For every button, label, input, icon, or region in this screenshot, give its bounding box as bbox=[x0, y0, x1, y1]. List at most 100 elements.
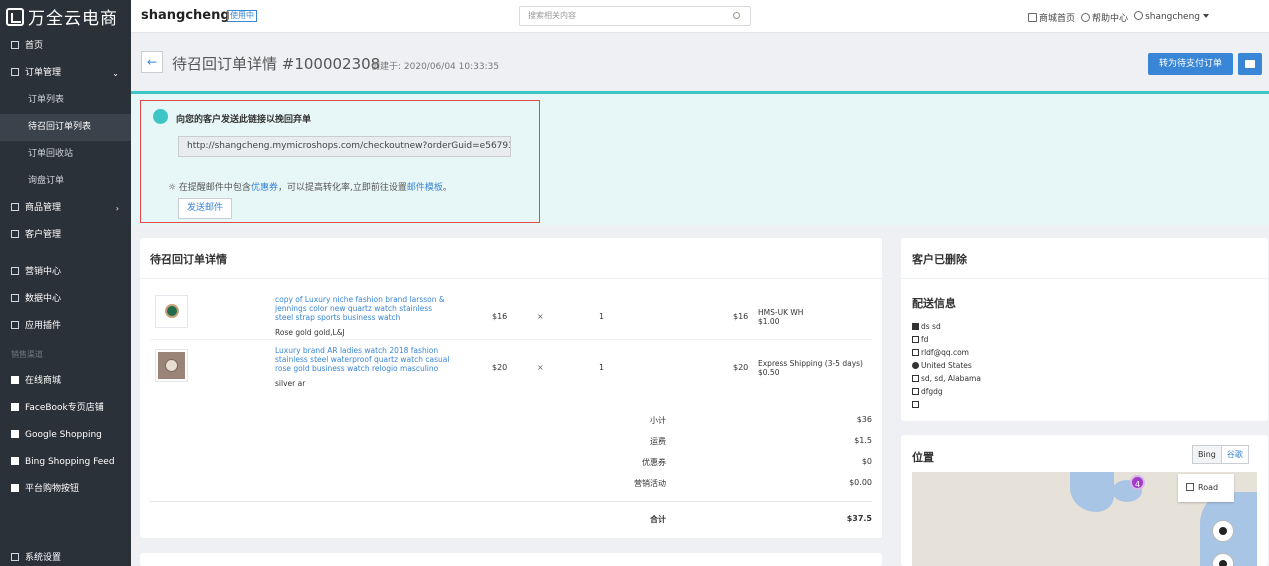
trial-badge: 使用中 bbox=[227, 10, 257, 22]
main-content: ← 待召回订单详情 #100002308 创建于: 2020/06/04 10:… bbox=[131, 33, 1269, 566]
user-menu[interactable]: shangcheng bbox=[1134, 11, 1209, 24]
logo[interactable]: 万全云电商 bbox=[0, 0, 131, 33]
summary-divider bbox=[150, 501, 872, 502]
search-icon[interactable] bbox=[733, 12, 740, 19]
product-name-link[interactable]: copy of Luxury niche fashion brand larss… bbox=[275, 295, 450, 322]
summary-subtotal: 小计 $36 bbox=[150, 415, 872, 435]
line-total: $16 bbox=[733, 312, 749, 321]
summary-value: $36 bbox=[856, 415, 872, 424]
next-card bbox=[140, 553, 882, 566]
chevron-right-icon: › bbox=[115, 204, 119, 213]
sidebar-item-order-recycle[interactable]: 订单回收站 bbox=[0, 141, 131, 168]
summary-value: $0.00 bbox=[849, 478, 872, 487]
summary-value: $0 bbox=[861, 457, 872, 466]
shipping-method: HMS-UK WH $1.00 bbox=[758, 308, 803, 326]
product-name-link[interactable]: Luxury brand AR ladies watch 2018 fashio… bbox=[275, 346, 450, 373]
locate-me-button[interactable] bbox=[1212, 520, 1234, 542]
map-provider-tabs: Bing 谷歌 bbox=[1192, 445, 1249, 464]
top-links: 商城首页 帮助中心 shangcheng bbox=[1028, 11, 1209, 24]
sidebar-item-settings[interactable]: 系统设置 bbox=[0, 545, 131, 566]
customer-status: 客户已删除 bbox=[912, 253, 967, 266]
sidebar-item-order-list[interactable]: 订单列表 bbox=[0, 87, 131, 114]
logo-text: 万全云电商 bbox=[28, 9, 118, 29]
divider bbox=[901, 278, 1268, 279]
sidebar-item-marketing[interactable]: 营销中心 bbox=[0, 259, 131, 286]
sidebar-item-recall-orders[interactable]: 待召回订单列表 bbox=[0, 114, 131, 141]
product-variant: silver ar bbox=[275, 379, 306, 388]
tab-google[interactable]: 谷歌 bbox=[1222, 446, 1248, 463]
caret-down-icon bbox=[1203, 14, 1209, 18]
coupon-link[interactable]: 优惠券 bbox=[251, 183, 278, 193]
print-icon bbox=[1245, 60, 1255, 68]
sidebar-item-plugins[interactable]: 应用插件 bbox=[0, 313, 131, 340]
location-title: 位置 bbox=[912, 451, 934, 464]
road-layer-toggle[interactable]: Road bbox=[1178, 474, 1234, 502]
person-icon bbox=[912, 323, 919, 330]
search-placeholder: 搜索相关内容 bbox=[528, 11, 576, 20]
product-thumbnail[interactable] bbox=[155, 349, 188, 382]
email-template-link[interactable]: 邮件模板 bbox=[407, 183, 443, 193]
compass-icon bbox=[1219, 560, 1227, 566]
sidebar-item-online-store[interactable]: 在线商城 bbox=[0, 368, 131, 395]
quantity: 1 bbox=[599, 363, 605, 372]
summary-shipping: 运费 $1.5 bbox=[150, 436, 872, 456]
checkout-link-field[interactable]: http://shangcheng.mymicroshops.com/check… bbox=[178, 136, 511, 157]
times-symbol: × bbox=[537, 312, 544, 321]
unit-price: $16 bbox=[492, 312, 508, 321]
order-detail-title: 待召回订单详情 bbox=[150, 253, 227, 266]
search-input[interactable]: 搜索相关内容 bbox=[519, 6, 751, 26]
quantity: 1 bbox=[599, 312, 605, 321]
sidebar-item-buy-button[interactable]: 平台购物按钮 bbox=[0, 476, 131, 503]
print-button[interactable] bbox=[1238, 53, 1262, 75]
shipping-method-name: HMS-UK WH bbox=[758, 308, 804, 317]
gear-icon bbox=[11, 553, 19, 561]
summary-marketing: 营销活动 $0.00 bbox=[150, 478, 872, 498]
globe-icon bbox=[912, 362, 919, 369]
shipping-fee: $1.00 bbox=[758, 317, 780, 326]
user-icon bbox=[1134, 11, 1144, 20]
bing-icon bbox=[11, 457, 19, 465]
back-button[interactable]: ← bbox=[141, 51, 163, 73]
convert-to-pending-payment-button[interactable]: 转为待支付订单 bbox=[1148, 53, 1233, 75]
google-icon bbox=[11, 430, 19, 438]
sidebar-item-home[interactable]: 首页 bbox=[0, 33, 131, 60]
sidebar: 首页 订单管理 ⌄ 订单列表 待召回订单列表 订单回收站 询盘订单 商品管理 › 客… bbox=[0, 33, 131, 566]
link-icon bbox=[912, 388, 919, 395]
target-icon bbox=[1219, 527, 1227, 535]
recall-notice-panel: 向您的客户发送此链接以挽回弃单 http://shangcheng.mymicr… bbox=[131, 91, 1269, 225]
coupon-tip: ☼ 在提醒邮件中包含优惠券，可以提高转化率,立即前往设置邮件模板。 bbox=[168, 183, 452, 193]
mall-home-link[interactable]: 商城首页 bbox=[1028, 11, 1075, 24]
order-detail-card: 待召回订单详情 copy of Luxury niche fashion bra… bbox=[140, 238, 882, 538]
recipient-zip bbox=[912, 400, 921, 409]
phone-icon bbox=[912, 336, 919, 343]
total-label: 合计 bbox=[650, 515, 666, 524]
sidebar-item-bing-shopping[interactable]: Bing Shopping Feed bbox=[0, 449, 131, 476]
map[interactable]: 4 Road bbox=[912, 472, 1257, 566]
created-time: 创建于: 2020/06/04 10:33:35 bbox=[371, 62, 500, 72]
home-icon bbox=[11, 41, 19, 49]
send-email-button[interactable]: 发送邮件 bbox=[178, 198, 232, 219]
recipient-phone: fd bbox=[912, 335, 928, 344]
location-icon bbox=[912, 375, 919, 382]
sidebar-item-orders[interactable]: 订单管理 ⌄ bbox=[0, 60, 131, 87]
barcode-icon bbox=[912, 401, 919, 408]
table-row: copy of Luxury niche fashion brand larss… bbox=[150, 286, 872, 339]
watch-image bbox=[158, 352, 185, 379]
tab-bing[interactable]: Bing bbox=[1193, 446, 1222, 463]
cart-icon bbox=[153, 109, 168, 124]
sidebar-item-products[interactable]: 商品管理 › bbox=[0, 195, 131, 222]
sidebar-item-customers[interactable]: 客户管理 bbox=[0, 222, 131, 249]
email-icon bbox=[912, 349, 919, 356]
sidebar-item-data[interactable]: 数据中心 bbox=[0, 286, 131, 313]
sidebar-item-inquiry-orders[interactable]: 询盘订单 bbox=[0, 168, 131, 195]
sidebar-item-google-shopping[interactable]: Google Shopping bbox=[0, 422, 131, 449]
summary-label: 优惠券 bbox=[642, 458, 666, 467]
product-thumbnail[interactable] bbox=[155, 295, 188, 328]
title-bar: ← 待召回订单详情 #100002308 创建于: 2020/06/04 10:… bbox=[131, 33, 1269, 91]
facebook-icon bbox=[11, 403, 19, 411]
data-icon bbox=[11, 294, 19, 302]
help-center-link[interactable]: 帮助中心 bbox=[1081, 11, 1128, 24]
map-cluster-pin[interactable]: 4 bbox=[1130, 475, 1145, 490]
sidebar-item-facebook-shop[interactable]: FaceBook专页店铺 bbox=[0, 395, 131, 422]
